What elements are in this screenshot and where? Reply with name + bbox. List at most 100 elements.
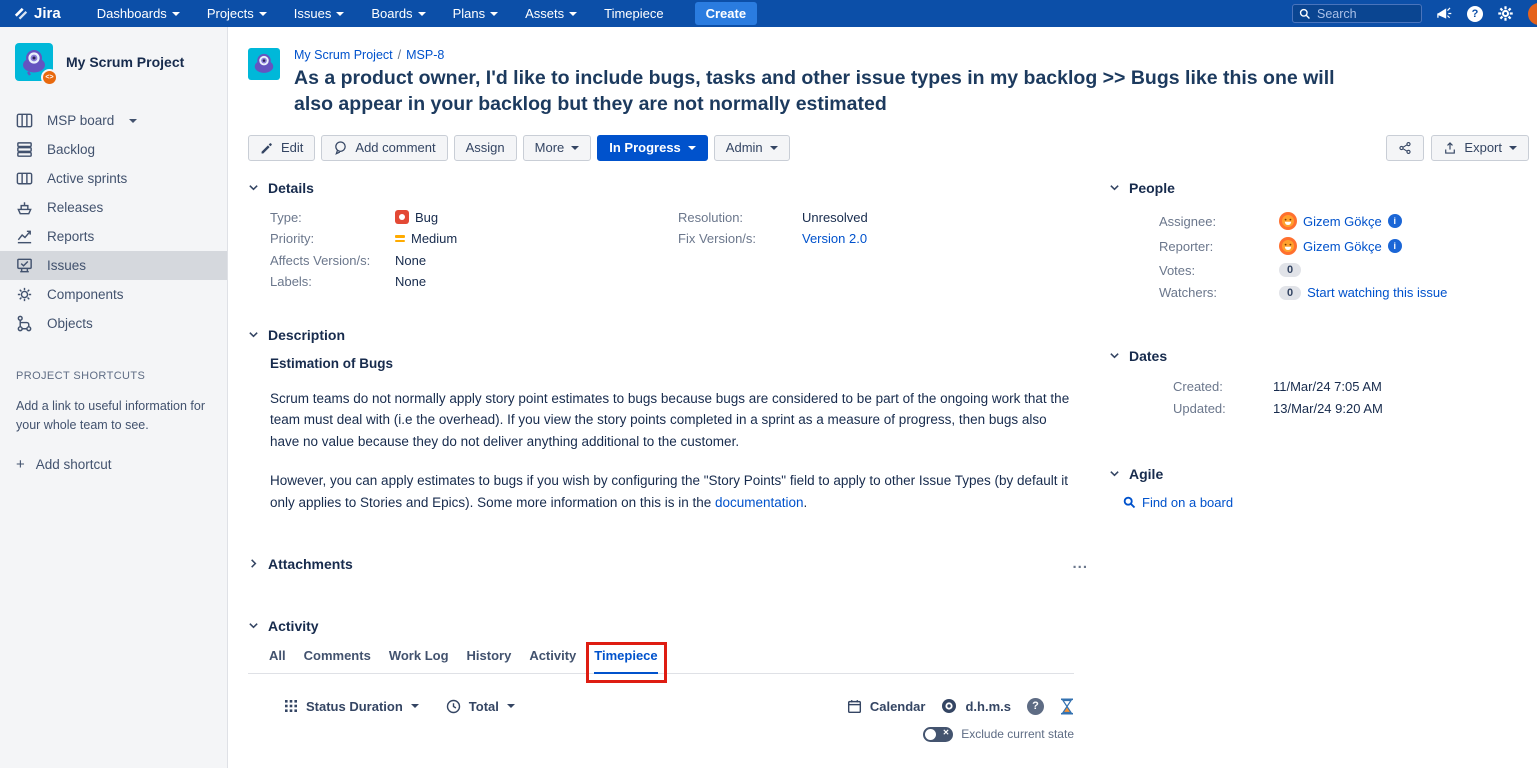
votes-badge[interactable]: 0 <box>1279 263 1301 277</box>
reporter-name-link[interactable]: Gizem Gökçe <box>1303 239 1382 254</box>
updated-label: Updated: <box>1173 401 1273 416</box>
chevron-down-icon <box>569 12 577 16</box>
gear-icon[interactable] <box>1497 5 1514 22</box>
chevron-down-icon <box>688 146 696 150</box>
agile-header-label: Agile <box>1129 466 1163 482</box>
sidebar-item-reports[interactable]: Reports <box>0 222 227 251</box>
tab-all[interactable]: All <box>269 648 286 673</box>
start-watching-link[interactable]: Start watching this issue <box>1307 285 1447 300</box>
chevron-down-icon <box>248 182 259 193</box>
add-comment-button[interactable]: Add comment <box>321 135 447 161</box>
edit-label: Edit <box>281 140 303 155</box>
tab-comments[interactable]: Comments <box>304 648 371 673</box>
timepiece-toolbar: Status Duration Total <box>248 698 1074 715</box>
sidebar-item-active-sprints[interactable]: Active sprints <box>0 164 227 193</box>
nav-item-label: Boards <box>371 6 412 21</box>
export-button[interactable]: Export <box>1431 135 1529 161</box>
chevron-down-icon <box>411 704 419 708</box>
sidebar-item-label: Active sprints <box>47 171 127 186</box>
share-icon <box>1398 141 1412 155</box>
nav-item-timepiece[interactable]: Timepiece <box>604 6 663 21</box>
activity-header-label: Activity <box>268 618 319 634</box>
tab-work-log[interactable]: Work Log <box>389 648 449 673</box>
chevron-down-icon <box>490 12 498 16</box>
shortcuts-header: PROJECT SHORTCUTS <box>16 370 211 382</box>
nav-item-label: Timepiece <box>604 6 663 21</box>
active-sprints-icon <box>15 169 34 188</box>
timepiece-help-icon[interactable]: ? <box>1027 698 1044 715</box>
calendar-button[interactable]: Calendar <box>847 699 926 714</box>
chevron-down-icon <box>336 12 344 16</box>
find-on-board-link[interactable]: Find on a board <box>1123 495 1537 510</box>
nav-item-dashboards[interactable]: Dashboards <box>97 6 180 21</box>
status-duration-dropdown[interactable]: Status Duration <box>284 699 419 714</box>
nav-item-issues[interactable]: Issues <box>294 6 345 21</box>
tab-history[interactable]: History <box>467 648 512 673</box>
megaphone-icon[interactable] <box>1436 5 1453 22</box>
total-label: Total <box>469 699 499 714</box>
attachments-section-header[interactable]: Attachments <box>248 556 353 572</box>
create-button[interactable]: Create <box>695 2 757 25</box>
chevron-down-icon <box>248 620 259 631</box>
attachments-section: Attachments ... <box>248 556 1094 572</box>
assignee-name-link[interactable]: Gizem Gökçe <box>1303 214 1382 229</box>
breadcrumb-project-link[interactable]: My Scrum Project <box>294 48 393 62</box>
activity-section-header[interactable]: Activity <box>248 618 1094 634</box>
watchers-badge[interactable]: 0 <box>1279 286 1301 300</box>
search-input[interactable] <box>1317 7 1415 21</box>
details-fields: Type: Bug Resolution: Unresolved Priorit… <box>270 207 1094 293</box>
fix-version-link[interactable]: Version 2.0 <box>802 228 867 250</box>
objects-icon <box>15 314 34 333</box>
exclude-current-state-toggle[interactable]: ✕ <box>923 727 953 742</box>
jira-brand[interactable]: Jira <box>13 5 61 22</box>
timepiece-panel: Status Duration Total <box>248 698 1074 768</box>
jira-logo-icon <box>13 6 28 21</box>
admin-button[interactable]: Admin <box>714 135 790 161</box>
help-icon[interactable]: ? <box>1467 6 1483 22</box>
status-button[interactable]: In Progress <box>597 135 708 161</box>
project-avatar[interactable]: <> <box>15 43 53 81</box>
total-dropdown[interactable]: Total <box>446 699 515 714</box>
breadcrumb-issue-key-link[interactable]: MSP-8 <box>406 48 444 62</box>
add-shortcut-button[interactable]: + Add shortcut <box>16 456 211 473</box>
nav-item-plans[interactable]: Plans <box>453 6 499 21</box>
votes-row: Votes: 0 <box>1159 259 1537 282</box>
sidebar-item-releases[interactable]: Releases <box>0 193 227 222</box>
user-avatar[interactable] <box>1528 3 1537 25</box>
info-icon[interactable]: i <box>1388 239 1402 253</box>
sidebar-item-objects[interactable]: Objects <box>0 309 227 338</box>
attachments-more-button[interactable]: ... <box>1072 560 1088 568</box>
nav-item-projects[interactable]: Projects <box>207 6 267 21</box>
tab-timepiece[interactable]: Timepiece <box>594 648 657 673</box>
chevron-down-icon <box>418 12 426 16</box>
people-section-header[interactable]: People <box>1109 180 1537 196</box>
dates-section-header[interactable]: Dates <box>1109 348 1537 364</box>
sidebar-item-components[interactable]: Components <box>0 280 227 309</box>
chevron-down-icon <box>248 329 259 340</box>
issue-title: As a product owner, I'd like to include … <box>294 65 1369 118</box>
fix-version-field-label: Fix Version/s: <box>678 228 802 250</box>
chevron-down-icon <box>259 12 267 16</box>
tab-timepiece-label: Timepiece <box>594 648 657 663</box>
share-button[interactable] <box>1386 135 1424 161</box>
details-section-header[interactable]: Details <box>248 180 1094 196</box>
more-button[interactable]: More <box>523 135 592 161</box>
sidebar-item-msp-board[interactable]: MSP board <box>0 106 227 135</box>
agile-section-header[interactable]: Agile <box>1109 466 1537 482</box>
info-icon[interactable]: i <box>1388 214 1402 228</box>
hourglass-icon[interactable] <box>1060 698 1074 715</box>
nav-item-boards[interactable]: Boards <box>371 6 425 21</box>
assignee-label: Assignee: <box>1159 214 1279 229</box>
issue-project-avatar <box>248 48 280 80</box>
assign-button[interactable]: Assign <box>454 135 517 161</box>
chevron-down-icon <box>507 704 515 708</box>
timepiece-toolbar-left: Status Duration Total <box>284 699 515 714</box>
time-format-button[interactable]: d.h.m.s <box>941 698 1011 714</box>
nav-item-assets[interactable]: Assets <box>525 6 577 21</box>
edit-button[interactable]: Edit <box>248 135 315 161</box>
sidebar-item-backlog[interactable]: Backlog <box>0 135 227 164</box>
tab-activity[interactable]: Activity <box>529 648 576 673</box>
description-section-header[interactable]: Description <box>248 327 1094 343</box>
sidebar-item-issues[interactable]: Issues <box>0 251 227 280</box>
documentation-link[interactable]: documentation <box>715 495 804 510</box>
